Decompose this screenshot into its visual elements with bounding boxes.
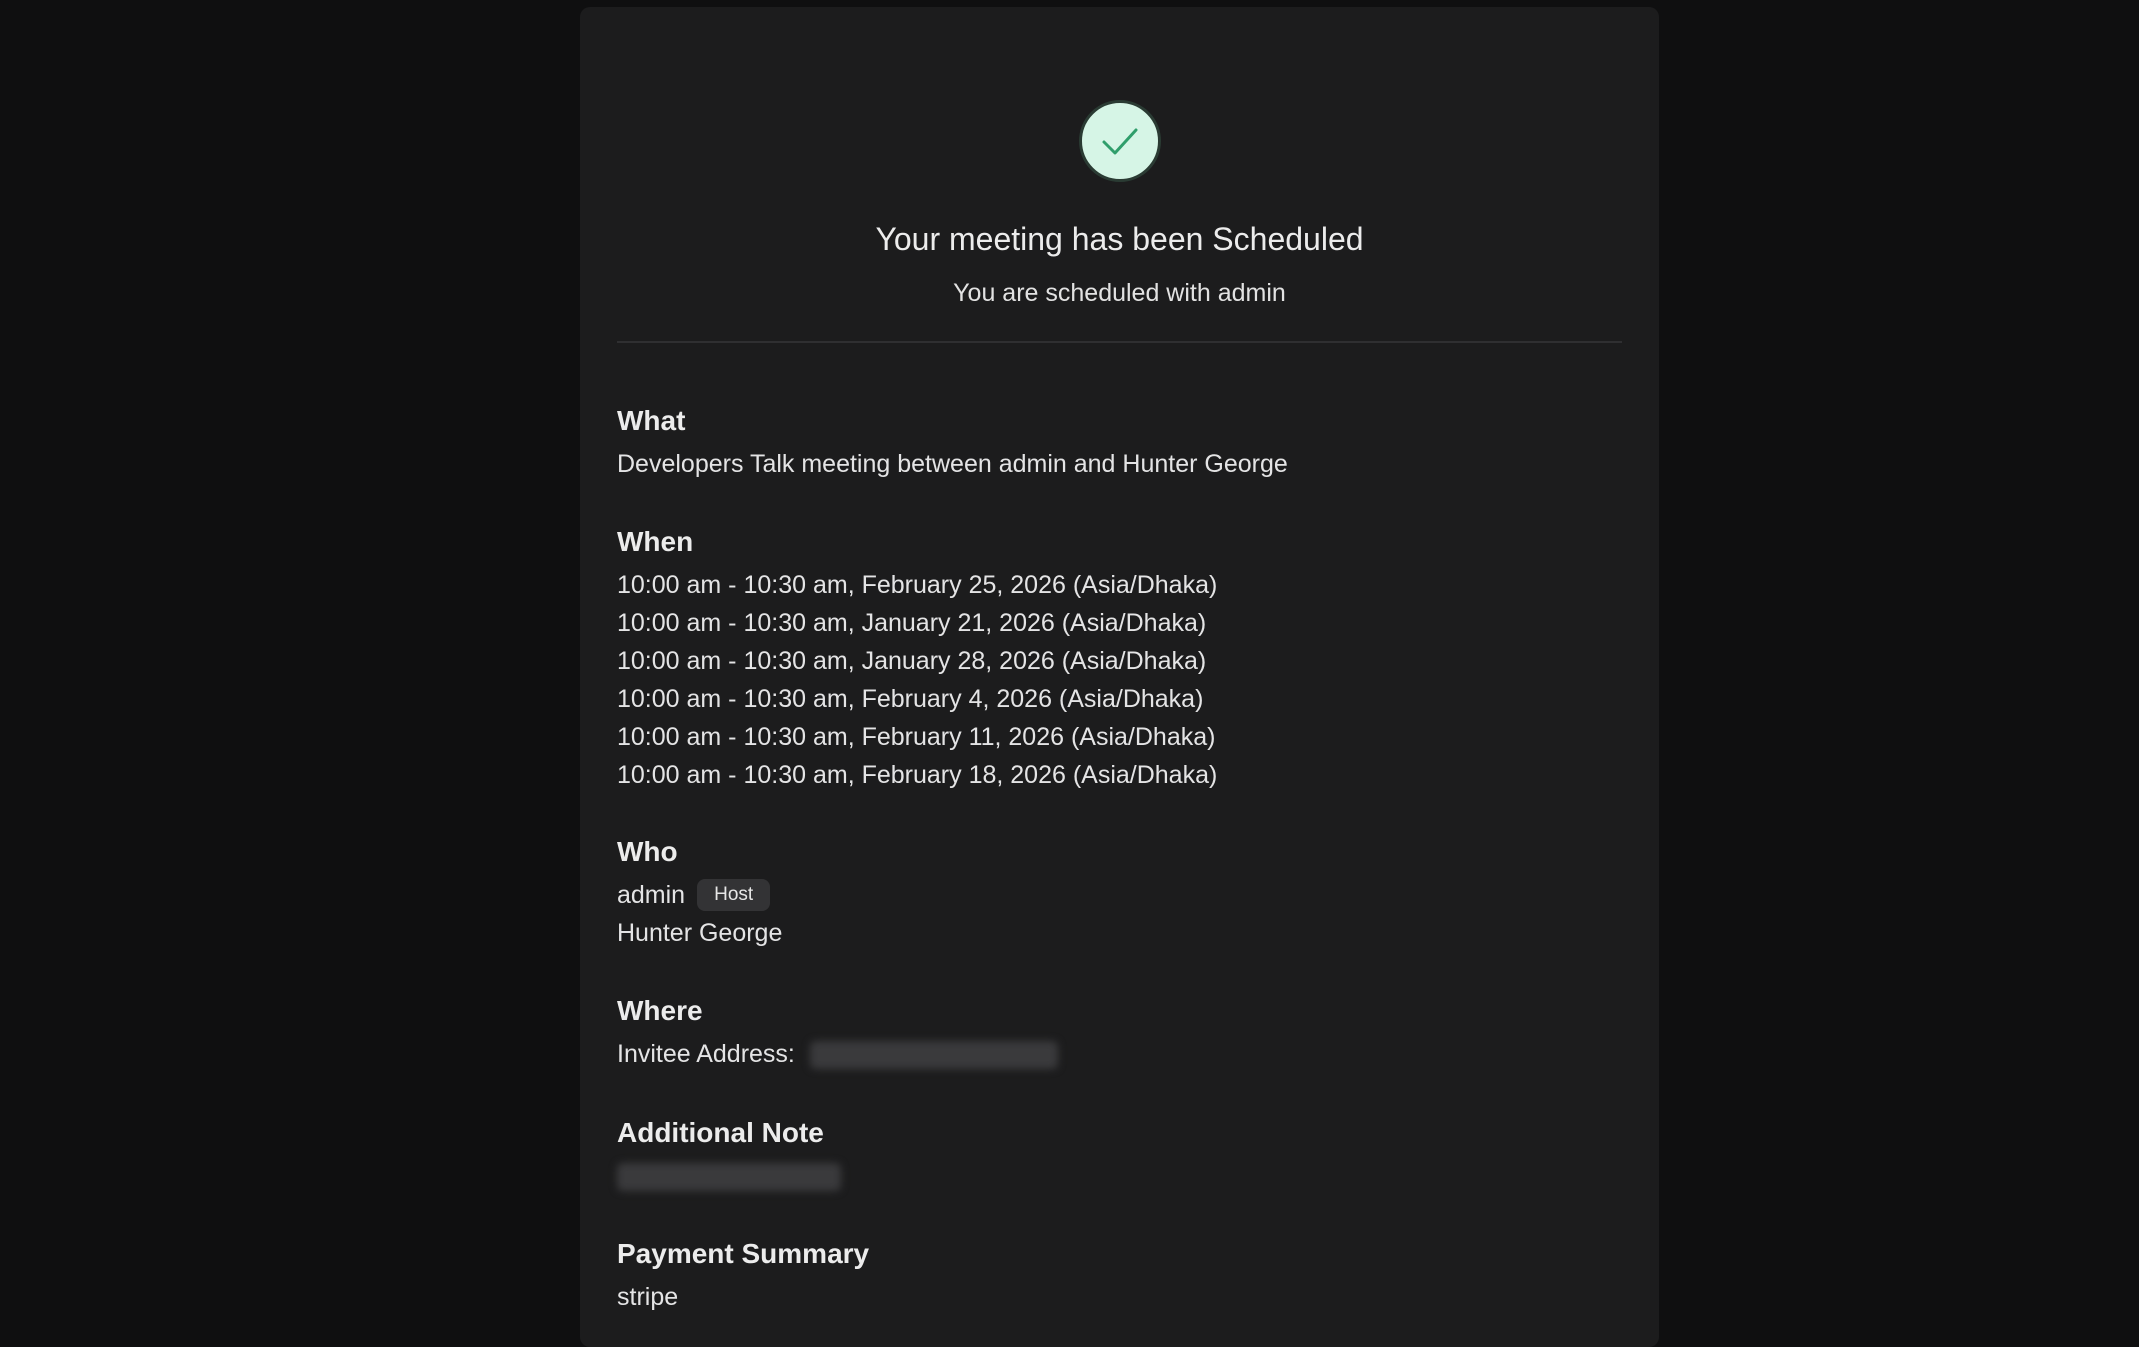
when-slot: 10:00 am - 10:30 am, February 4, 2026 (A… bbox=[617, 685, 1204, 713]
redacted-address bbox=[809, 1041, 1058, 1070]
payment-section: Payment Summary stripe bbox=[617, 1236, 1622, 1316]
redacted-note bbox=[617, 1163, 841, 1192]
when-slot: 10:00 am - 10:30 am, February 18, 2026 (… bbox=[617, 761, 1218, 789]
check-icon bbox=[1102, 128, 1138, 155]
success-badge bbox=[1079, 100, 1161, 182]
what-section: What Developers Talk meeting between adm… bbox=[617, 403, 1622, 483]
when-section: When 10:00 am - 10:30 am, February 25, 2… bbox=[617, 524, 1622, 794]
payment-heading: Payment Summary bbox=[617, 1238, 870, 1269]
where-section: Where Invitee Address: bbox=[617, 993, 1622, 1073]
confirmation-subtitle: You are scheduled with admin bbox=[953, 279, 1286, 307]
what-heading: What bbox=[617, 405, 686, 436]
confirmation-card: Your meeting has been Scheduled You are … bbox=[580, 7, 1659, 1347]
where-heading: Where bbox=[617, 995, 703, 1026]
payment-method: stripe bbox=[617, 1283, 679, 1311]
who-heading: Who bbox=[617, 836, 678, 867]
note-row bbox=[617, 1157, 1622, 1195]
invitee-address-label: Invitee Address: bbox=[617, 1040, 795, 1068]
what-value: Developers Talk meeting between admin an… bbox=[617, 450, 1288, 478]
when-heading: When bbox=[617, 526, 694, 557]
divider bbox=[617, 341, 1622, 343]
host-row: admin Host bbox=[617, 876, 1622, 914]
when-slot: 10:00 am - 10:30 am, January 21, 2026 (A… bbox=[617, 609, 1207, 637]
invitee-address-row: Invitee Address: bbox=[617, 1035, 1622, 1073]
when-slot: 10:00 am - 10:30 am, January 28, 2026 (A… bbox=[617, 647, 1207, 675]
note-heading: Additional Note bbox=[617, 1117, 824, 1148]
note-section: Additional Note bbox=[617, 1115, 1622, 1195]
confirmation-title: Your meeting has been Scheduled bbox=[875, 221, 1364, 257]
when-slot: 10:00 am - 10:30 am, February 25, 2026 (… bbox=[617, 571, 1218, 599]
who-section: Who admin Host Hunter George bbox=[617, 834, 1622, 952]
invitee-name: Hunter George bbox=[617, 919, 783, 947]
host-name: admin bbox=[617, 881, 686, 909]
host-badge: Host bbox=[697, 879, 771, 911]
when-slot: 10:00 am - 10:30 am, February 11, 2026 (… bbox=[617, 723, 1216, 751]
